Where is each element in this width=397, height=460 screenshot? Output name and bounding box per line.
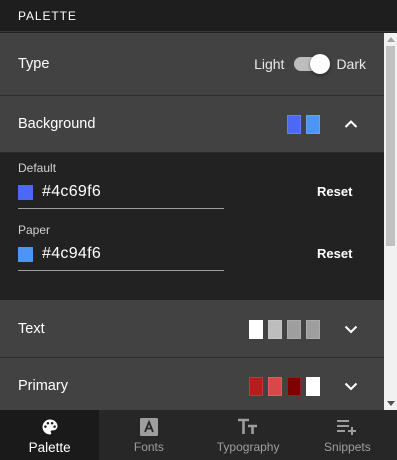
default-color-value[interactable]: #4c69f6 [42, 183, 101, 201]
primary-swatch-contrast [306, 376, 320, 396]
bottom-navigation: Palette Fonts Typography Snippets [0, 410, 397, 460]
text-swatch-disabled [287, 319, 301, 339]
text-fields-icon [237, 416, 259, 438]
expand-primary-button[interactable] [336, 371, 366, 401]
playlist-add-icon [336, 416, 358, 438]
text-swatch-secondary [268, 319, 282, 339]
scrollbar-thumb[interactable] [386, 46, 395, 246]
nav-snippets[interactable]: Snippets [298, 410, 397, 460]
vertical-scrollbar[interactable] [384, 33, 397, 410]
panel-title: PALETTE [18, 8, 77, 23]
scroll-down-arrow[interactable] [387, 401, 395, 406]
default-color-input[interactable]: #4c69f6 [18, 183, 224, 209]
text-swatch-primary [249, 319, 263, 339]
default-color-field: Default #4c69f6 Reset [18, 161, 366, 223]
default-color-swatch[interactable] [18, 184, 33, 200]
paper-color-input[interactable]: #4c94f6 [18, 245, 224, 271]
paper-reset-button[interactable]: Reset [317, 246, 352, 261]
type-label: Type [18, 56, 50, 72]
nav-typography[interactable]: Typography [199, 410, 298, 460]
panel-header: PALETTE [0, 0, 397, 32]
default-reset-button[interactable]: Reset [317, 184, 352, 199]
background-label: Background [18, 116, 96, 132]
text-row[interactable]: Text [0, 301, 384, 358]
nav-palette[interactable]: Palette [0, 410, 100, 460]
dark-label: Dark [336, 56, 366, 72]
nav-snippets-label: Snippets [324, 440, 371, 454]
palette-scroll-area[interactable]: Type Light Dark Background Default #4c69… [0, 33, 384, 410]
primary-swatch-dark [287, 376, 301, 396]
scroll-up-arrow[interactable] [387, 37, 395, 42]
chevron-down-icon [344, 325, 358, 334]
background-swatch-paper [306, 114, 320, 134]
collapse-button[interactable] [336, 109, 366, 139]
primary-row[interactable]: Primary [0, 358, 384, 410]
theme-toggle-switch[interactable] [292, 53, 331, 75]
font-icon [139, 416, 159, 438]
primary-label: Primary [18, 378, 68, 394]
switch-thumb[interactable] [310, 54, 331, 74]
paper-label: Paper [18, 223, 51, 237]
type-row: Type Light Dark [0, 33, 384, 96]
default-label: Default [18, 161, 57, 175]
palette-icon [40, 416, 60, 438]
nav-typography-label: Typography [216, 440, 280, 454]
chevron-down-icon [344, 382, 358, 391]
background-row[interactable]: Background [0, 96, 384, 153]
paper-color-field: Paper #4c94f6 Reset [18, 223, 366, 285]
nav-fonts-label: Fonts [133, 440, 164, 454]
text-swatch-hint [306, 319, 320, 339]
primary-swatch-light [268, 376, 282, 396]
chevron-up-icon [344, 120, 358, 128]
background-details: Default #4c69f6 Reset Paper #4c94f6 Rese… [0, 153, 384, 301]
paper-color-swatch[interactable] [18, 246, 33, 262]
light-label: Light [254, 56, 285, 72]
primary-swatch-main [249, 376, 263, 396]
background-swatch-default [287, 114, 301, 134]
nav-palette-label: Palette [28, 439, 71, 455]
nav-fonts[interactable]: Fonts [99, 410, 198, 460]
expand-text-button[interactable] [336, 314, 366, 344]
text-label: Text [18, 321, 45, 337]
paper-color-value[interactable]: #4c94f6 [42, 245, 101, 263]
